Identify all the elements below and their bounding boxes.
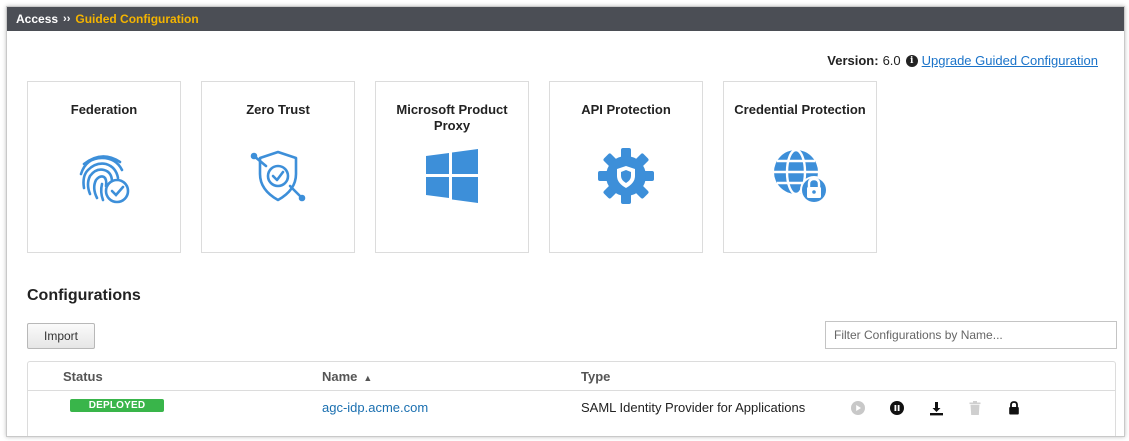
row-actions (850, 400, 1045, 416)
configuration-templates: Federation Zero Trust Microsoft Product … (27, 81, 897, 253)
card-zero-trust[interactable]: Zero Trust (201, 81, 355, 253)
table-row: DEPLOYED agc-idp.acme.com SAML Identity … (28, 391, 1115, 427)
card-federation[interactable]: Federation (27, 81, 181, 253)
trash-icon[interactable] (967, 400, 983, 416)
configurations-heading: Configurations (27, 287, 141, 304)
column-header-name[interactable]: Name ▲ (322, 369, 372, 384)
download-icon[interactable] (928, 400, 944, 416)
version-value: 6.0 (882, 53, 901, 68)
card-title: API Protection (581, 102, 671, 117)
status-badge: DEPLOYED (70, 399, 164, 412)
lock-icon[interactable] (1006, 400, 1022, 416)
sort-ascending-icon: ▲ (363, 373, 373, 383)
info-circle-icon[interactable]: i (905, 54, 918, 67)
column-header-status[interactable]: Status (63, 369, 103, 384)
play-icon[interactable] (850, 400, 866, 416)
table-header: Status Name ▲ Type (28, 362, 1115, 391)
fingerprint-check-icon (72, 144, 136, 208)
breadcrumb-separator: ›› (63, 13, 71, 25)
card-credential-protection[interactable]: Credential Protection (723, 81, 877, 253)
column-header-name-label: Name (322, 369, 358, 384)
version-info: Version: 6.0 i Upgrade Guided Configurat… (827, 53, 1098, 68)
card-title: Credential Protection (734, 102, 866, 117)
breadcrumb: Access ›› Guided Configuration (7, 7, 1124, 31)
app-frame: Access ›› Guided Configuration Version: … (6, 6, 1125, 437)
configuration-type: SAML Identity Provider for Applications (581, 400, 806, 415)
breadcrumb-root[interactable]: Access (16, 12, 58, 26)
version-label: Version: (827, 53, 879, 68)
card-microsoft-product-proxy[interactable]: Microsoft Product Proxy (375, 81, 529, 253)
card-title: Federation (70, 102, 138, 117)
gear-shield-icon (594, 144, 658, 208)
card-title: Microsoft Product Proxy (396, 102, 508, 133)
card-api-protection[interactable]: API Protection (549, 81, 703, 253)
globe-lock-icon (768, 144, 832, 208)
breadcrumb-current: Guided Configuration (75, 12, 199, 26)
shield-check-icon (246, 144, 310, 208)
upgrade-guided-configuration-link[interactable]: Upgrade Guided Configuration (922, 53, 1098, 68)
pause-icon[interactable] (889, 400, 905, 416)
windows-logo-icon (420, 144, 484, 208)
configurations-table: Status Name ▲ Type DEPLOYED agc-idp.acme.… (27, 361, 1116, 436)
filter-configurations-input[interactable] (825, 321, 1117, 349)
column-header-type[interactable]: Type (581, 369, 610, 384)
configuration-name-link[interactable]: agc-idp.acme.com (322, 400, 428, 415)
card-title: Zero Trust (246, 102, 310, 117)
import-button[interactable]: Import (27, 323, 95, 349)
